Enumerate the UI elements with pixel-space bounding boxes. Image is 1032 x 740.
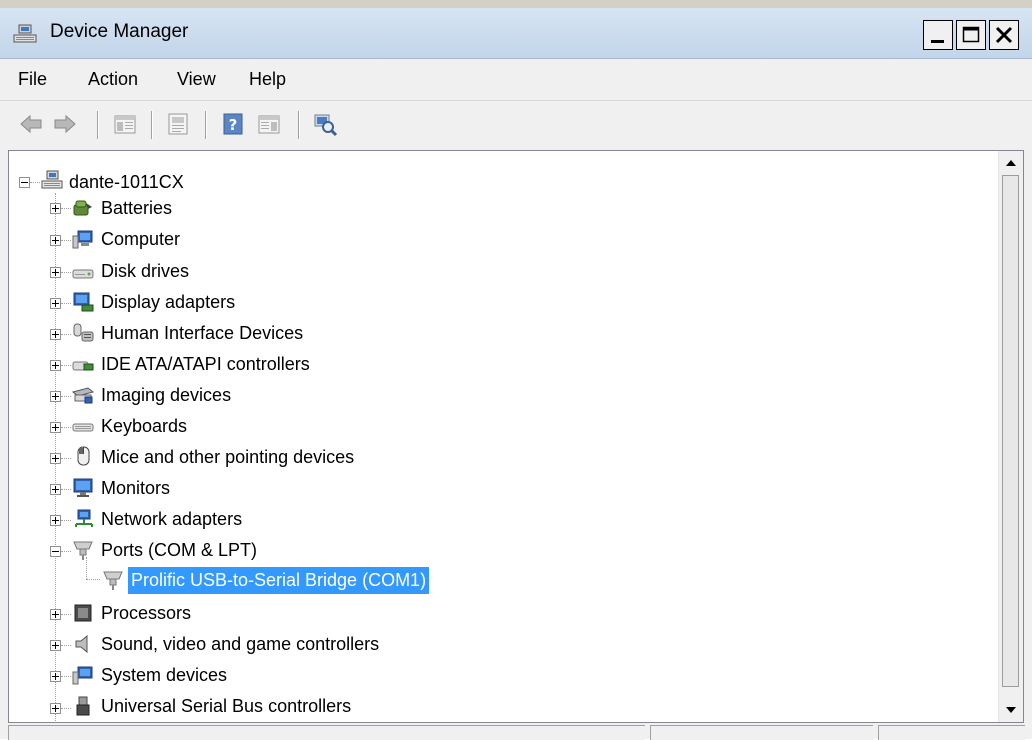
battery-icon: [73, 200, 92, 216]
tree-item-prolific-usb-serial-bridge[interactable]: Prolific USB-to-Serial Bridge (COM1): [128, 567, 430, 594]
expand-toggle[interactable]: [50, 671, 61, 682]
monitor-icon: [73, 478, 93, 497]
maximize-icon: [962, 26, 980, 43]
action-pane-icon[interactable]: [256, 111, 282, 137]
window-title: Device Manager: [50, 21, 189, 42]
tree-item-ports[interactable]: Ports (COM & LPT): [101, 535, 257, 565]
port-icon: [103, 571, 123, 590]
toolbar: ?: [0, 100, 1032, 149]
title-bar[interactable]: Device Manager: [0, 8, 1032, 59]
menu-file[interactable]: File: [18, 69, 47, 90]
expand-toggle[interactable]: [50, 703, 61, 714]
expand-toggle[interactable]: [50, 298, 61, 309]
network-adapter-icon: [75, 509, 93, 527]
toolbar-separator: [205, 111, 207, 139]
expand-toggle[interactable]: [50, 203, 61, 214]
disk-drive-icon: [72, 269, 94, 279]
status-panel: [8, 725, 645, 740]
close-button[interactable]: [989, 20, 1019, 50]
close-icon: [995, 26, 1013, 44]
root-collapse-toggle[interactable]: [19, 177, 30, 188]
collapse-toggle[interactable]: [50, 546, 61, 557]
tree-item-ide-ata-atapi-controllers[interactable]: IDE ATA/ATAPI controllers: [101, 349, 310, 379]
scan-hardware-icon[interactable]: [312, 111, 338, 137]
show-hide-console-tree-icon[interactable]: [112, 111, 138, 137]
child-branch-line: [86, 557, 88, 579]
scroll-down-arrow-icon[interactable]: [999, 698, 1023, 722]
tree-item-mice[interactable]: Mice and other pointing devices: [101, 442, 354, 472]
status-panel: [878, 725, 1025, 740]
tree-item-monitors[interactable]: Monitors: [101, 473, 170, 503]
scroll-up-arrow-icon[interactable]: [999, 151, 1023, 175]
mouse-icon: [77, 446, 90, 466]
tree-item-system-devices[interactable]: System devices: [101, 660, 227, 690]
keyboard-icon: [72, 423, 94, 432]
computer-icon: [72, 230, 93, 249]
display-adapter-icon: [73, 292, 94, 312]
minimize-icon: [931, 40, 944, 43]
expand-toggle[interactable]: [50, 453, 61, 464]
tree-item-network-adapters[interactable]: Network adapters: [101, 504, 242, 534]
expand-toggle[interactable]: [50, 360, 61, 371]
tree-item-usb-controllers[interactable]: Universal Serial Bus controllers: [101, 691, 351, 721]
tree-item-computer[interactable]: Computer: [101, 224, 180, 254]
status-panel: [650, 725, 873, 740]
expand-toggle[interactable]: [50, 329, 61, 340]
desktop-strip: [0, 0, 1032, 8]
usb-icon: [76, 696, 90, 716]
menu-bar: File Action View Help: [0, 59, 1032, 99]
system-devices-icon: [72, 666, 93, 685]
ide-controller-icon: [72, 361, 94, 371]
minimize-button[interactable]: [923, 20, 953, 50]
expand-toggle[interactable]: [50, 391, 61, 402]
expand-toggle[interactable]: [50, 235, 61, 246]
maximize-button[interactable]: [956, 20, 986, 50]
tree-item-sound-video-game[interactable]: Sound, video and game controllers: [101, 629, 379, 659]
toolbar-separator: [298, 111, 300, 139]
toolbar-separator: [97, 111, 99, 139]
tree-item-display-adapters[interactable]: Display adapters: [101, 287, 235, 317]
menu-help[interactable]: Help: [249, 69, 286, 90]
expand-toggle[interactable]: [50, 484, 61, 495]
processor-icon: [74, 604, 92, 622]
expand-toggle[interactable]: [50, 609, 61, 620]
vertical-scrollbar[interactable]: [998, 151, 1023, 722]
forward-arrow-icon[interactable]: [52, 111, 78, 137]
menu-action[interactable]: Action: [88, 69, 138, 90]
device-manager-app-icon: [13, 24, 37, 43]
tree-item-human-interface-devices[interactable]: Human Interface Devices: [101, 318, 303, 348]
svg-text:?: ?: [229, 116, 238, 134]
speaker-icon: [75, 634, 88, 654]
expand-toggle[interactable]: [50, 640, 61, 651]
toolbar-separator: [151, 111, 153, 139]
tree-item-batteries[interactable]: Batteries: [101, 193, 172, 223]
expand-toggle[interactable]: [50, 267, 61, 278]
computer-root-icon: [41, 170, 63, 189]
help-icon[interactable]: ?: [220, 111, 246, 137]
back-arrow-icon[interactable]: [18, 111, 44, 137]
hid-icon: [73, 323, 94, 342]
expand-toggle[interactable]: [50, 422, 61, 433]
menu-view[interactable]: View: [177, 69, 216, 90]
port-icon: [73, 541, 93, 560]
tree-item-disk-drives[interactable]: Disk drives: [101, 256, 189, 286]
device-tree[interactable]: dante-1011CX Batteries Computer Disk dri…: [8, 150, 1024, 723]
scanner-icon: [72, 387, 94, 404]
status-bar: [0, 723, 1032, 740]
tree-item-processors[interactable]: Processors: [101, 598, 191, 628]
tree-item-keyboards[interactable]: Keyboards: [101, 411, 187, 441]
properties-icon[interactable]: [165, 111, 191, 137]
device-manager-window: Device Manager File Action View Help ? d…: [0, 8, 1032, 740]
expand-toggle[interactable]: [50, 515, 61, 526]
scrollbar-thumb[interactable]: [1002, 175, 1019, 687]
tree-item-imaging-devices[interactable]: Imaging devices: [101, 380, 231, 410]
